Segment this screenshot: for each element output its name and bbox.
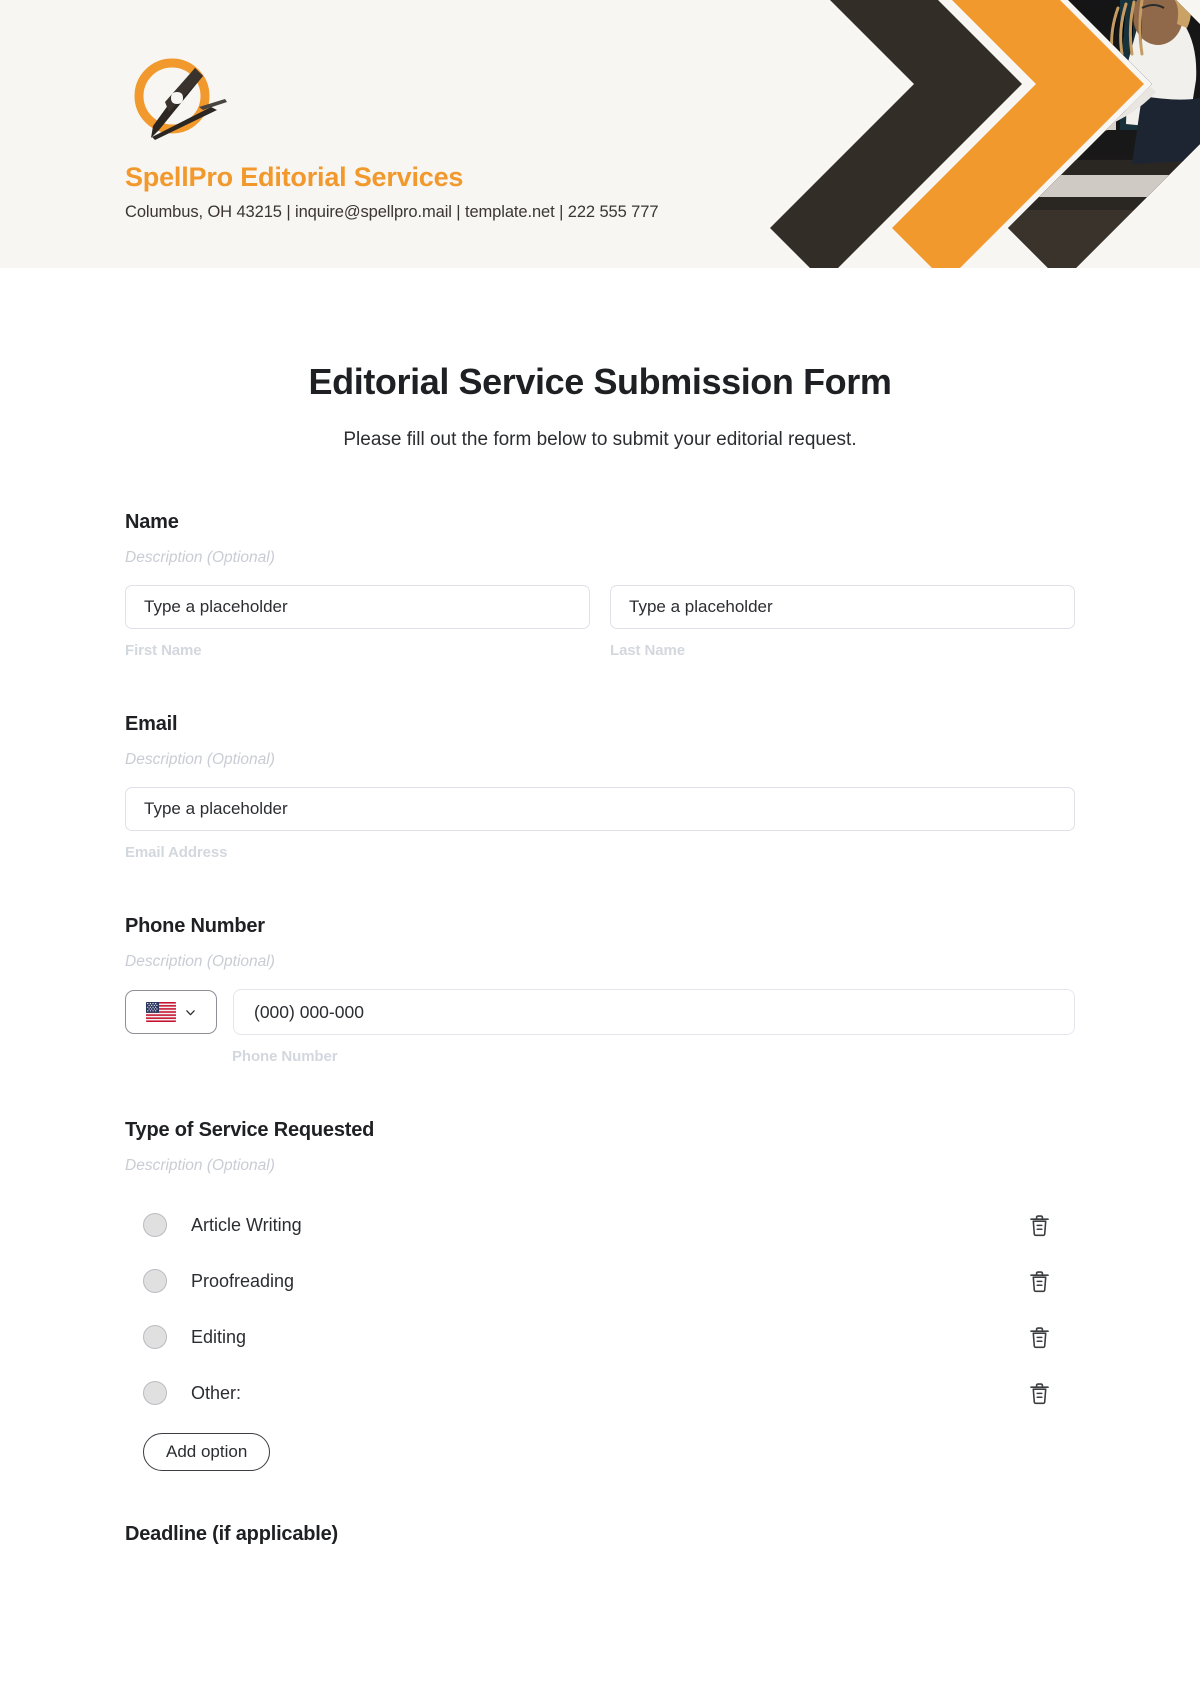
option-label: Other:	[191, 1382, 242, 1403]
page-subtitle: Please fill out the form below to submit…	[343, 429, 857, 450]
radio-button[interactable]	[143, 1325, 167, 1349]
service-option-list: Article Writing Proofreading Editing Oth…	[125, 1197, 1075, 1421]
phone-input-row: (000) 000-000	[125, 989, 1075, 1035]
page-header: SpellPro Editorial Services Columbus, OH…	[0, 0, 1200, 268]
radio-button[interactable]	[143, 1213, 167, 1237]
field-service-type: Type of Service Requested Description (O…	[125, 1119, 1075, 1471]
email-sublabel-row: Email Address	[125, 844, 1075, 861]
us-flag-icon	[146, 1002, 176, 1022]
delete-option-button[interactable]	[1027, 1268, 1051, 1294]
trash-icon	[1029, 1270, 1049, 1292]
list-item[interactable]: Proofreading	[125, 1253, 1075, 1309]
pen-nib-in-circle-logo-icon	[134, 58, 227, 140]
field-phone: Phone Number Description (Optional) (000…	[125, 915, 1075, 1065]
first-name-input[interactable]: Type a placeholder	[125, 585, 590, 629]
field-service-label: Type of Service Requested	[125, 1119, 375, 1141]
form-body: Editorial Service Submission Form Please…	[0, 361, 1200, 1546]
delete-option-button[interactable]	[1027, 1212, 1051, 1238]
last-name-input[interactable]: Type a placeholder	[610, 585, 1075, 629]
trash-icon	[1029, 1382, 1049, 1404]
brand-contact-line: Columbus, OH 43215 | inquire@spellpro.ma…	[125, 203, 659, 221]
field-deadline-label: Deadline (if applicable)	[125, 1523, 339, 1545]
option-label: Editing	[191, 1326, 247, 1347]
email-input-row: Type a placeholder	[125, 787, 1075, 831]
phone-sublabel-row: Phone Number	[125, 1048, 1075, 1065]
delete-option-button[interactable]	[1027, 1380, 1051, 1406]
brand-block: SpellPro Editorial Services Columbus, OH…	[125, 52, 745, 222]
phone-sublabel: Phone Number	[232, 1048, 338, 1065]
option-label: Article Writing	[191, 1214, 302, 1235]
field-email-description: Description (Optional)	[125, 751, 275, 768]
country-code-select[interactable]	[125, 990, 217, 1034]
trash-icon	[1029, 1326, 1049, 1348]
brand-name: SpellPro Editorial Services	[125, 162, 464, 192]
field-phone-description: Description (Optional)	[125, 953, 275, 970]
first-name-sublabel: First Name	[125, 642, 202, 659]
page-title: Editorial Service Submission Form	[308, 361, 892, 402]
email-input[interactable]: Type a placeholder	[125, 787, 1075, 831]
field-phone-label: Phone Number	[125, 915, 265, 937]
list-item[interactable]: Article Writing	[125, 1197, 1075, 1253]
name-sublabel-row: First Name Last Name	[125, 642, 1075, 659]
list-item[interactable]: Other:	[125, 1365, 1075, 1421]
field-name-label: Name	[125, 511, 179, 533]
phone-number-input[interactable]: (000) 000-000	[233, 989, 1075, 1035]
field-service-description: Description (Optional)	[125, 1157, 275, 1174]
chevron-down-icon	[186, 1009, 195, 1015]
radio-button[interactable]	[143, 1381, 167, 1405]
add-option-button[interactable]: Add option	[143, 1433, 271, 1471]
radio-button[interactable]	[143, 1269, 167, 1293]
field-name-description: Description (Optional)	[125, 549, 275, 566]
email-sublabel: Email Address	[125, 844, 228, 861]
header-chevron-graphic	[770, 0, 1200, 268]
delete-option-button[interactable]	[1027, 1324, 1051, 1350]
option-label: Proofreading	[191, 1270, 295, 1291]
trash-icon	[1029, 1214, 1049, 1236]
name-input-row: Type a placeholder Type a placeholder	[125, 585, 1075, 629]
field-email: Email Description (Optional) Type a plac…	[125, 713, 1075, 861]
last-name-sublabel: Last Name	[610, 642, 685, 659]
list-item[interactable]: Editing	[125, 1309, 1075, 1365]
field-email-label: Email	[125, 713, 178, 735]
field-name: Name Description (Optional) Type a place…	[125, 511, 1075, 659]
